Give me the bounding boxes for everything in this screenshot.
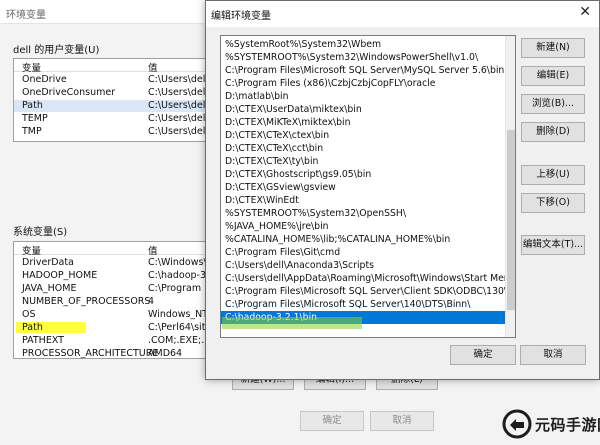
path-item[interactable]: D:\CTEX\CTeX\ctex\bin [221,129,507,142]
table-row[interactable]: PROCESSOR_ARCHITECTURE AMD64 [14,348,212,358]
dialog-title-bar: 编辑环境变量 ✕ [206,1,599,27]
path-item[interactable]: D:\CTEX\WinEdt [221,194,507,207]
user-variables-label: dell 的用户变量(U) [13,45,100,56]
path-item[interactable]: %SYSTEMROOT%\System32\WindowsPowerShell\… [221,51,507,64]
list-header: 变量 值 [14,242,212,257]
dialog-cancel-button[interactable]: 取消 [520,345,586,365]
edit-environment-variable-dialog: 编辑环境变量 ✕ %SystemRoot%\System32\Wbem %SYST… [205,0,600,380]
table-row[interactable]: PATHEXT .COM;.EXE;.BA [14,335,212,347]
path-item[interactable]: %JAVA_HOME%\jre\bin [221,220,507,233]
watermark-logo-icon [502,409,532,439]
dialog-title: 编辑环境变量 [211,11,271,22]
column-variable[interactable]: 变量 [22,243,41,257]
column-value[interactable]: 值 [148,60,158,74]
list-header: 变量 值 [14,59,212,74]
path-item[interactable]: C:\Program Files\Microsoft SQL Server\My… [221,64,507,77]
close-icon[interactable]: ✕ [579,4,591,20]
path-item[interactable]: D:\matlab\bin [221,90,507,103]
path-item[interactable]: D:\CTEX\GSview\gsview [221,181,507,194]
path-item[interactable]: D:\CTEX\CTeX\ty\bin [221,155,507,168]
dialog-ok-button[interactable]: 确定 [450,345,516,365]
path-item[interactable]: %SystemRoot%\System32\Wbem [221,38,507,51]
path-item[interactable]: D:\CTEX\CTeX\cct\bin [221,142,507,155]
move-down-button[interactable]: 下移(O) [521,193,585,213]
table-row[interactable]: TMP C:\Users\dell\ [14,126,212,138]
table-row[interactable]: DriverData C:\Windows\Sy [14,257,212,269]
move-up-button[interactable]: 上移(U) [521,165,585,185]
path-item[interactable]: D:\CTEX\UserData\miktex\bin [221,103,507,116]
path-list[interactable]: %SystemRoot%\System32\Wbem %SYSTEMROOT%\S… [220,35,516,338]
table-row[interactable]: OS Windows_NT [14,309,212,321]
user-variables-list[interactable]: 变量 值 OneDrive C:\Users\dell\ OneDriveCons… [13,58,213,142]
system-variables-list[interactable]: 变量 值 DriverData C:\Windows\Sy HADOOP_HOME… [13,241,213,359]
path-item[interactable]: C:\Program Files\Microsoft SQL Server\14… [221,298,507,311]
edit-text-button[interactable]: 编辑文本(T)... [521,235,585,255]
path-item[interactable]: D:\CTEX\MiKTeX\miktex\bin [221,116,507,129]
scroll-thumb[interactable] [507,130,515,310]
delete-button[interactable]: 删除(D) [521,122,585,142]
table-row[interactable]: NUMBER_OF_PROCESSORS 4 [14,296,212,308]
edit-button[interactable]: 编辑(E) [521,66,585,86]
column-value[interactable]: 值 [148,243,158,257]
path-item[interactable]: C:\Users\dell\AppData\Roaming\Microsoft\… [221,272,507,285]
table-row[interactable]: TEMP C:\Users\dell\ [14,113,212,125]
scrollbar[interactable] [505,36,515,337]
window-title: 环境变量 [6,10,46,21]
table-row[interactable]: HADOOP_HOME C:\hadoop-3.2. [14,270,212,282]
path-item[interactable]: D:\CTEX\Ghostscript\gs9.05\bin [221,168,507,181]
path-item[interactable]: C:\Users\dell\Anaconda3\Scripts [221,259,507,272]
ok-button[interactable]: 确定 [300,411,364,431]
path-item[interactable]: C:\Program Files\Git\cmd [221,246,507,259]
table-row[interactable]: OneDriveConsumer C:\Users\dell\ [14,87,212,99]
cancel-button[interactable]: 取消 [370,411,434,431]
path-item[interactable]: %CATALINA_HOME%\lib;%CATALINA_HOME%\bin [221,233,507,246]
table-row-selected[interactable]: Path C:\Users\dell\ [14,100,212,112]
system-variables-label: 系统变量(S) [13,227,68,238]
table-row[interactable]: OneDrive C:\Users\dell\ [14,74,212,86]
table-row[interactable]: Path C:\Perl64\site\ [14,322,212,334]
table-row[interactable]: JAVA_HOME C:\Program File [14,283,212,295]
watermark: 元码手游网 [500,403,600,445]
watermark-text: 元码手游网 [535,416,600,434]
new-button[interactable]: 新建(N) [521,38,585,58]
path-item[interactable]: C:\Program Files (x86)\CzbjCzbjCopFLY\or… [221,77,507,90]
column-variable[interactable]: 变量 [22,60,41,74]
path-item[interactable]: C:\Program Files\Microsoft SQL Server\Cl… [221,285,507,298]
selection-highlight-mark [222,317,362,329]
path-item[interactable]: %SYSTEMROOT%\System32\OpenSSH\ [221,207,507,220]
browse-button[interactable]: 浏览(B)... [521,94,585,114]
